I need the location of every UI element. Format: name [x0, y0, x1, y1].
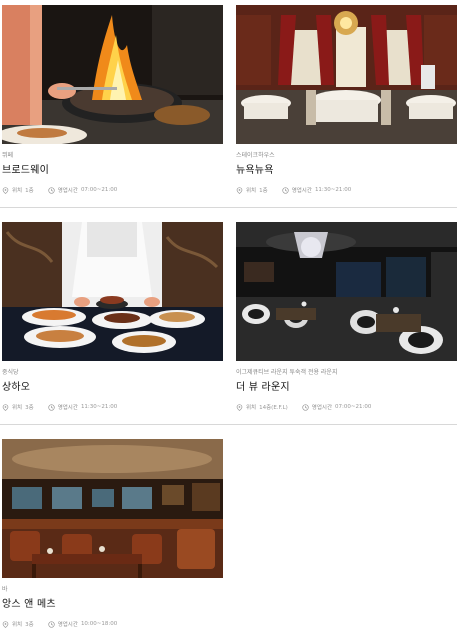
restaurant-photo[interactable] [2, 5, 223, 144]
restaurant-category: 스테이크하우스 [236, 152, 275, 159]
hours-value: 07:00~21:00 [80, 187, 118, 193]
location-pin-icon [236, 403, 243, 411]
location-label: 위치 [12, 405, 23, 411]
hours-label: 영업시간 [311, 405, 333, 411]
clock-icon [48, 403, 55, 411]
hours-value: 11:30~21:00 [80, 404, 118, 410]
location-label: 위치 [246, 405, 257, 411]
restaurant-name[interactable]: 뉴욕뉴욕 [236, 164, 457, 177]
restaurant-category: 이그제큐티브 라운지 투숙객 전용 라운지 [236, 369, 338, 376]
location-pin-icon [2, 620, 9, 628]
clock-icon [48, 186, 55, 194]
restaurant-card-bar[interactable]: 바 앙스 앤 메츠 위치 3층 영업시간 10:00~18:00 [2, 439, 223, 629]
location-label: 위치 [12, 188, 23, 194]
restaurant-meta: 위치 14층(E.F.L) 영업시간 07:00~21:00 [236, 402, 457, 412]
restaurant-card-shanghao[interactable]: 중식당 상하오 위치 3층 영업시간 11:30~21:00 [2, 222, 223, 412]
restaurant-photo[interactable] [236, 5, 457, 144]
restaurant-meta: 위치 1층 영업시간 07:00~21:00 [2, 185, 223, 195]
location-pin-icon [236, 186, 243, 194]
hours-label: 영업시간 [291, 188, 312, 194]
restaurant-card-broadway[interactable]: 뷔페 브로드웨이 위치 1층 영업시간 07:00~21:00 [2, 5, 223, 195]
restaurant-name[interactable]: 앙스 앤 메츠 [2, 598, 223, 611]
restaurant-meta: 위치 1층 영업시간 11:30~21:00 [236, 185, 457, 195]
hours-label: 영업시간 [57, 188, 78, 194]
clock-icon [282, 186, 289, 194]
restaurant-category: 바 [2, 586, 8, 593]
location-value: 14층(E.F.L) [259, 405, 288, 411]
restaurant-name[interactable]: 상하오 [2, 381, 223, 394]
hours-value: 07:00~21:00 [335, 404, 372, 410]
location-label: 위치 [246, 188, 257, 194]
row-divider [0, 207, 457, 208]
location-value: 3층 [25, 405, 34, 411]
clock-icon [302, 403, 309, 411]
clock-icon [48, 620, 55, 628]
hours-value: 11:30~21:00 [314, 187, 352, 193]
restaurant-meta: 위치 3층 영업시간 11:30~21:00 [2, 402, 223, 412]
location-value: 1층 [259, 188, 268, 194]
hours-value: 10:00~18:00 [80, 621, 118, 627]
hours-label: 영업시간 [57, 622, 78, 628]
restaurant-photo[interactable] [2, 222, 223, 361]
location-value: 1층 [25, 188, 34, 194]
location-pin-icon [2, 403, 9, 411]
restaurant-name[interactable]: 더 뷰 라운지 [236, 381, 457, 394]
restaurant-card-view-lounge[interactable]: 이그제큐티브 라운지 투숙객 전용 라운지 더 뷰 라운지 위치 14층(E.F… [236, 222, 457, 412]
restaurant-photo[interactable] [2, 439, 223, 578]
hours-label: 영업시간 [57, 405, 78, 411]
location-value: 3층 [25, 622, 34, 628]
restaurant-photo[interactable] [236, 222, 457, 361]
restaurant-meta: 위치 3층 영업시간 10:00~18:00 [2, 619, 223, 629]
restaurant-card-newyork[interactable]: 스테이크하우스 뉴욕뉴욕 위치 1층 영업시간 11:30~21:00 [236, 5, 457, 195]
row-divider [0, 424, 457, 425]
restaurant-category: 중식당 [2, 369, 19, 376]
location-pin-icon [2, 186, 9, 194]
location-label: 위치 [12, 622, 23, 628]
restaurant-category: 뷔페 [2, 152, 14, 159]
restaurant-name[interactable]: 브로드웨이 [2, 164, 223, 177]
